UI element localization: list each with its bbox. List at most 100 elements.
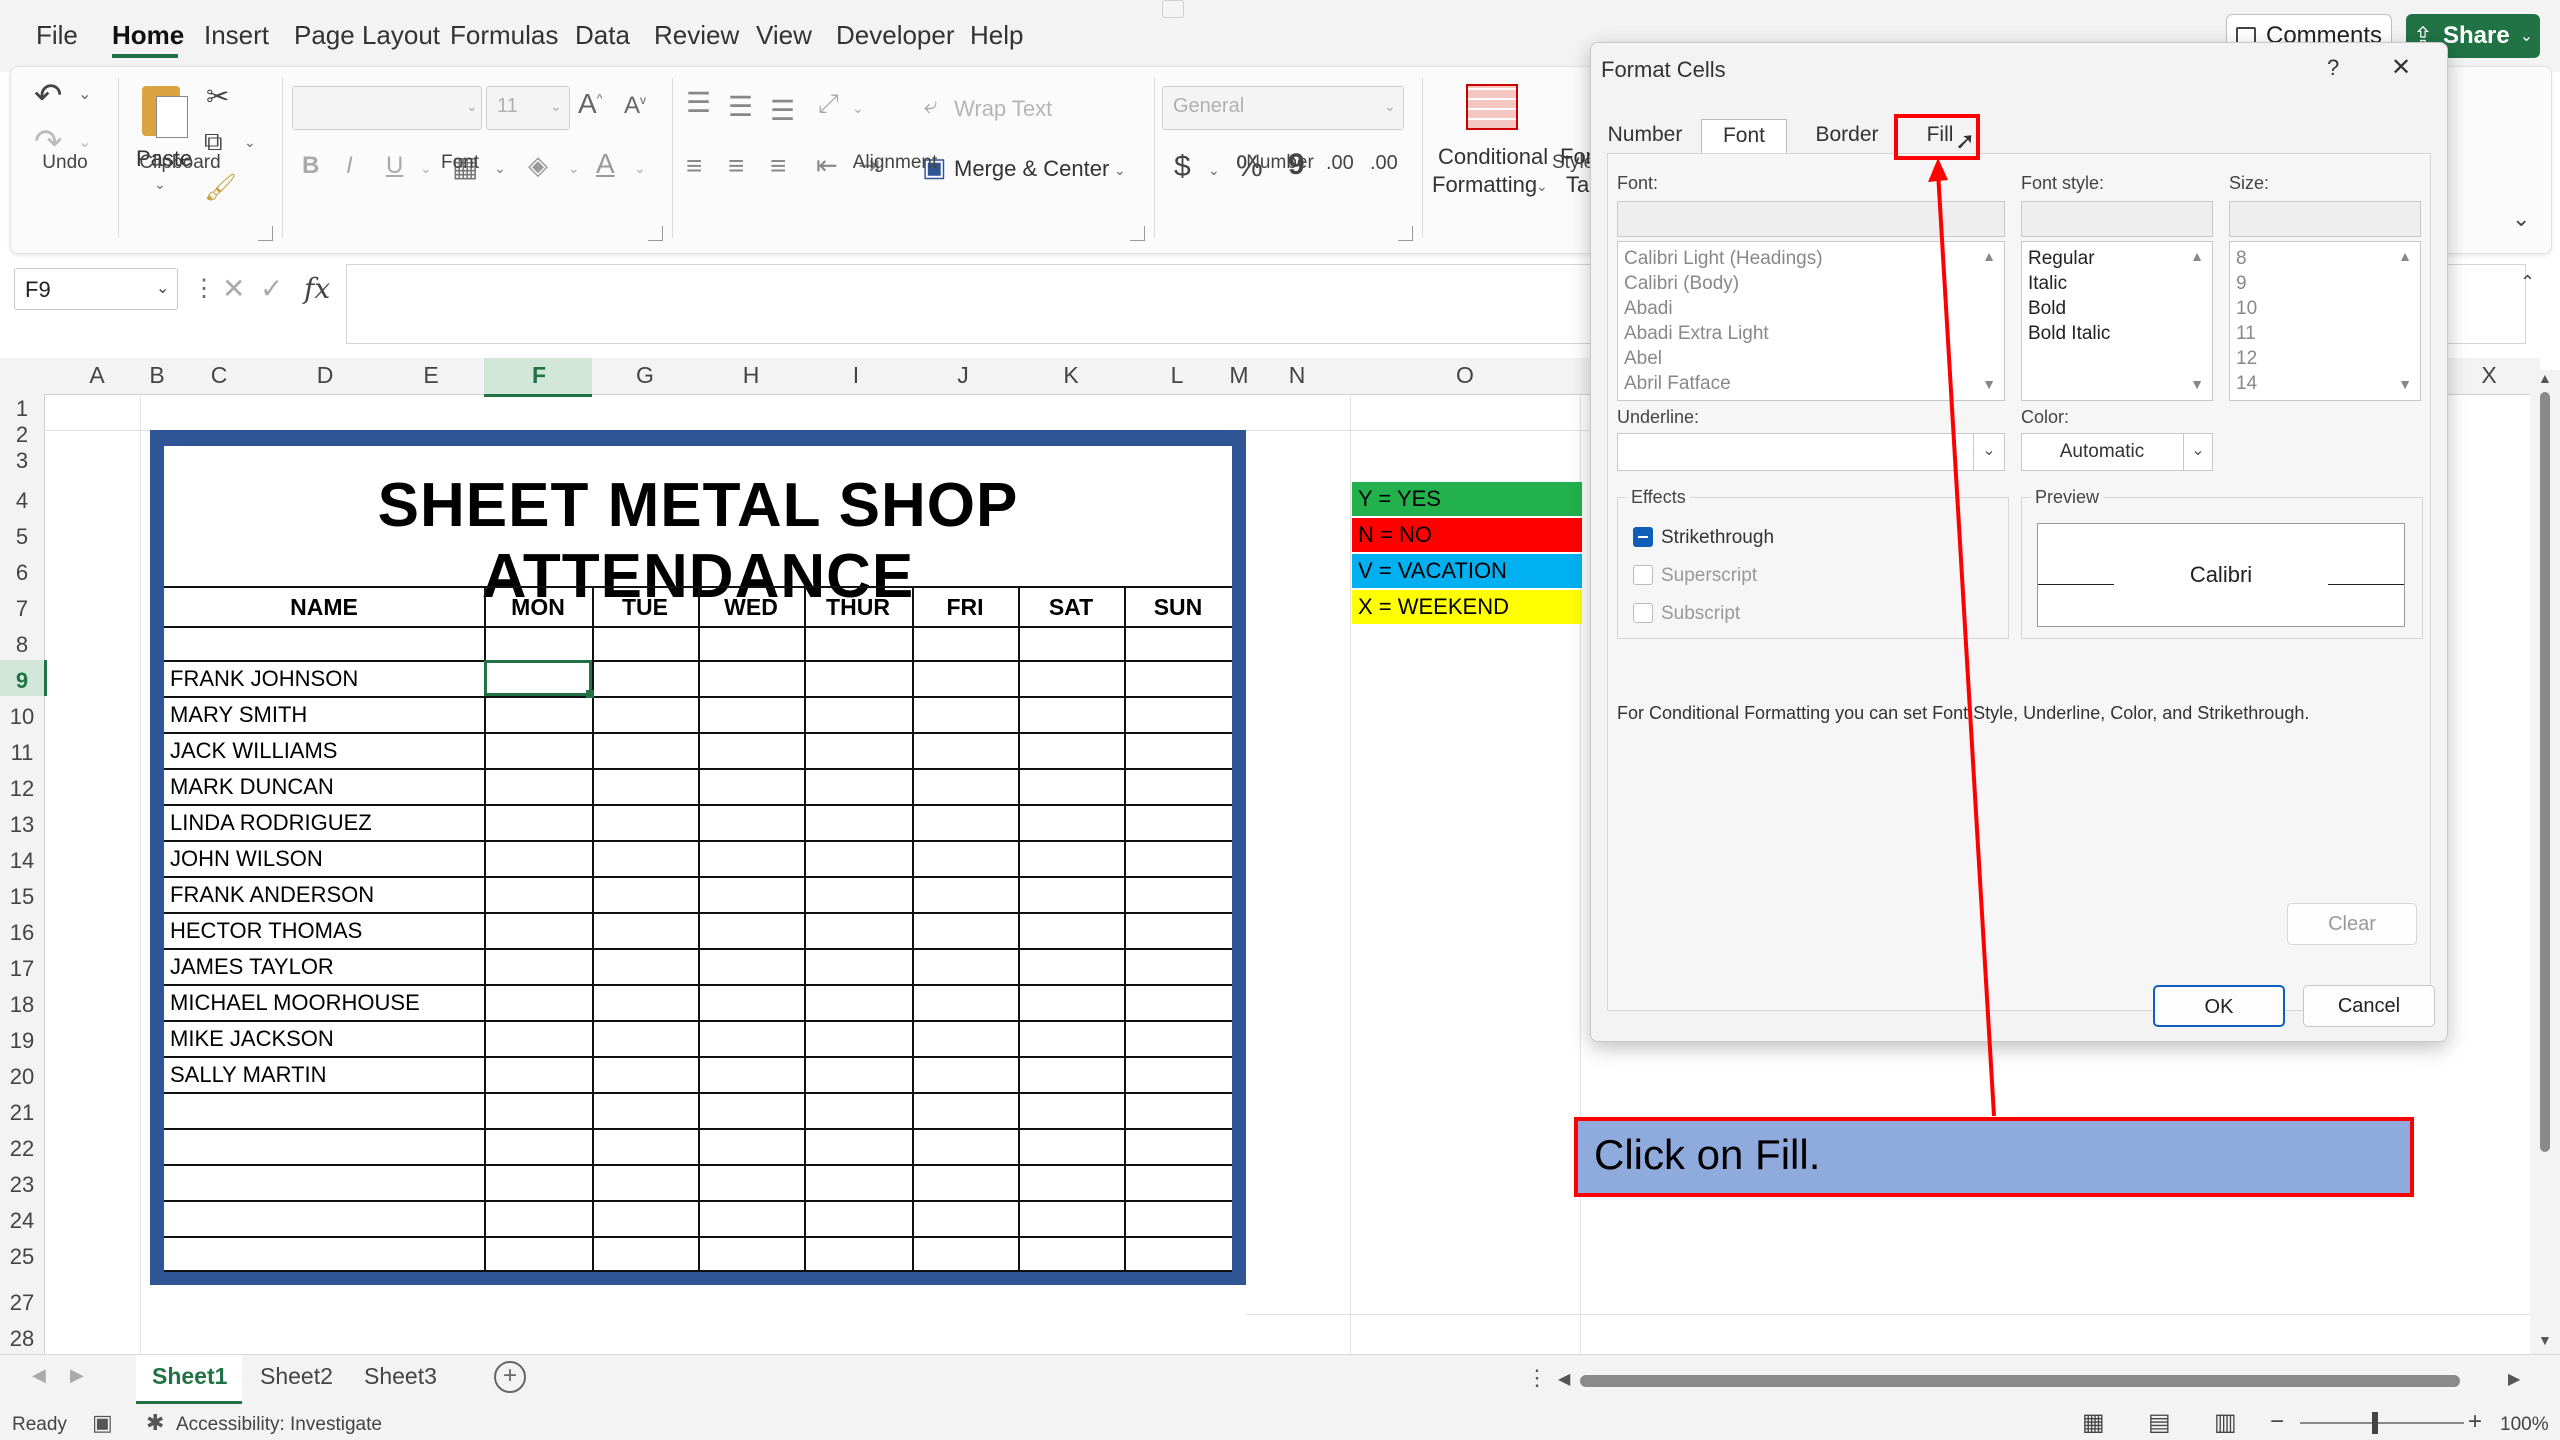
currency-icon[interactable]: $ [1174, 150, 1191, 184]
row-header-4[interactable]: 4 [0, 488, 44, 514]
row-header-21[interactable]: 21 [0, 1100, 44, 1126]
page-break-view-icon[interactable]: ▥ [2214, 1408, 2237, 1437]
bold-icon[interactable]: B [302, 152, 319, 180]
conditional-formatting-dropdown-icon[interactable]: ⌄ [1536, 178, 1548, 195]
paste-icon[interactable] [138, 80, 188, 140]
number-format-dropdown-icon[interactable]: ⌄ [1384, 98, 1396, 115]
row-header-1[interactable]: 1 [0, 396, 44, 422]
scroll-down-icon[interactable]: ▼ [2190, 376, 2204, 392]
menu-review[interactable]: Review [654, 20, 739, 51]
row-header-17[interactable]: 17 [0, 956, 44, 982]
employee-name[interactable]: FRANK ANDERSON [170, 882, 374, 908]
more-options-icon[interactable]: ⋮ [192, 274, 216, 303]
name-box-dropdown-icon[interactable]: ⌄ [156, 278, 169, 298]
paste-dropdown-icon[interactable]: ⌄ [154, 176, 166, 193]
col-header-h[interactable]: H [736, 362, 766, 389]
alignment-launcher-icon[interactable] [1130, 226, 1145, 241]
confirm-entry-icon[interactable]: ✓ [260, 272, 283, 305]
employee-name[interactable]: SALLY MARTIN [170, 1062, 327, 1088]
menu-developer[interactable]: Developer [836, 20, 955, 51]
font-style-input[interactable] [2021, 201, 2213, 237]
style-option[interactable]: Bold [2028, 298, 2066, 320]
row-header-11[interactable]: 11 [0, 740, 44, 766]
decrease-decimal-icon[interactable]: .00 [1370, 152, 1398, 175]
row-header-19[interactable]: 19 [0, 1028, 44, 1054]
scroll-down-icon[interactable]: ▼ [2398, 376, 2412, 392]
row-header-25[interactable]: 25 [0, 1244, 44, 1270]
employee-name[interactable]: MARK DUNCAN [170, 774, 334, 800]
font-option[interactable]: Abel [1624, 348, 1662, 370]
col-header-l[interactable]: L [1164, 362, 1190, 389]
col-header-j[interactable]: J [950, 362, 976, 389]
accessibility-status[interactable]: Accessibility: Investigate [176, 1414, 382, 1436]
employee-name[interactable]: MARY SMITH [170, 702, 307, 728]
employee-name[interactable]: HECTOR THOMAS [170, 918, 362, 944]
row-header-7[interactable]: 7 [0, 596, 44, 622]
row-header-24[interactable]: 24 [0, 1208, 44, 1234]
vertical-scrollbar[interactable]: ▲ ▼ [2530, 370, 2560, 1360]
col-header-f[interactable]: F [524, 362, 554, 389]
accessibility-icon[interactable]: ✱ [146, 1410, 164, 1436]
zoom-in-icon[interactable]: + [2468, 1408, 2482, 1436]
scroll-up-icon[interactable]: ▲ [2538, 370, 2552, 386]
scroll-left-icon[interactable]: ◀ [1558, 1369, 1570, 1389]
page-layout-view-icon[interactable]: ▤ [2148, 1408, 2171, 1437]
col-header-m[interactable]: M [1228, 362, 1250, 389]
align-right-icon[interactable]: ≡ [770, 150, 786, 182]
redo-dropdown-icon[interactable]: ⌄ [78, 132, 91, 152]
cut-icon[interactable]: ✂ [206, 80, 229, 113]
fill-color-dropdown-icon[interactable]: ⌄ [568, 160, 580, 177]
increase-decimal-icon[interactable]: .00 [1326, 152, 1354, 175]
employee-name[interactable]: MIKE JACKSON [170, 1026, 334, 1052]
row-header-28[interactable]: 28 [0, 1326, 44, 1352]
underline-icon[interactable]: U [386, 152, 403, 180]
row-header-6[interactable]: 6 [0, 560, 44, 586]
font-launcher-icon[interactable] [648, 226, 663, 241]
font-name-box[interactable] [292, 86, 482, 130]
orientation-icon[interactable]: ⤢ [818, 88, 839, 120]
row-header-10[interactable]: 10 [0, 704, 44, 730]
col-header-d[interactable]: D [310, 362, 340, 389]
undo-dropdown-icon[interactable]: ⌄ [78, 84, 91, 104]
col-header-i[interactable]: I [846, 362, 866, 389]
insert-function-icon[interactable]: fx [304, 272, 330, 305]
align-middle-icon[interactable]: ☰ [728, 90, 753, 123]
zoom-level[interactable]: 100% [2500, 1414, 2549, 1436]
row-header-15[interactable]: 15 [0, 884, 44, 910]
horizontal-scroll-thumb[interactable] [1580, 1375, 2460, 1387]
employee-name[interactable]: LINDA RODRIGUEZ [170, 810, 372, 836]
superscript-checkbox[interactable] [1633, 565, 1653, 585]
help-icon[interactable]: ? [2327, 55, 2339, 81]
size-option[interactable]: 11 [2236, 323, 2256, 345]
number-launcher-icon[interactable] [1398, 226, 1413, 241]
menu-formulas[interactable]: Formulas [450, 20, 558, 51]
tab-border[interactable]: Border [1807, 119, 1887, 153]
tab-number[interactable]: Number [1607, 119, 1683, 153]
font-color-icon[interactable]: A [596, 148, 615, 180]
row-header-13[interactable]: 13 [0, 812, 44, 838]
increase-font-icon[interactable]: A^ [578, 88, 602, 120]
employee-name[interactable]: JOHN WILSON [170, 846, 323, 872]
clipboard-launcher-icon[interactable] [258, 226, 273, 241]
style-option[interactable]: Regular [2028, 248, 2095, 270]
conditional-formatting-icon[interactable] [1466, 84, 1518, 130]
conditional-formatting-button[interactable]: Formatting [1432, 172, 1537, 198]
conditional-formatting-label-1[interactable]: Conditional [1438, 144, 1548, 170]
font-size-dropdown-icon[interactable]: ⌄ [550, 98, 562, 115]
orientation-dropdown-icon[interactable]: ⌄ [852, 100, 864, 117]
size-option[interactable]: 12 [2236, 348, 2257, 370]
style-option[interactable]: Bold Italic [2028, 323, 2110, 345]
formula-bar-collapse-icon[interactable]: ⌃ [2520, 272, 2535, 293]
ribbon-collapse-icon[interactable]: ⌄ [2512, 206, 2530, 232]
font-option[interactable]: Abril Fatface [1624, 373, 1731, 395]
row-header-9[interactable]: 9 [0, 668, 44, 694]
menu-page-layout[interactable]: Page Layout [294, 20, 440, 51]
font-size-list[interactable]: 8 9 10 11 12 14 ▲ ▼ [2229, 241, 2421, 401]
employee-name[interactable]: JACK WILLIAMS [170, 738, 337, 764]
align-top-icon[interactable]: ☰ [686, 86, 711, 119]
sheet-tab-2[interactable]: Sheet2 [260, 1363, 333, 1390]
style-option[interactable]: Italic [2028, 273, 2067, 295]
undo-icon[interactable]: ↶ [34, 76, 63, 116]
font-name-dropdown-icon[interactable]: ⌄ [466, 98, 478, 115]
fill-handle[interactable] [586, 690, 594, 698]
